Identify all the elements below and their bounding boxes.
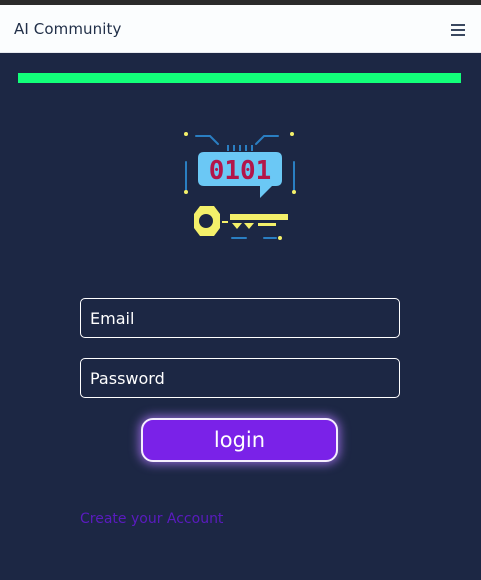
email-field[interactable] [80,298,400,338]
binary-text: 0101 [209,156,272,186]
progress-bar [18,73,461,83]
navbar: AI Community [0,5,481,53]
login-button[interactable]: login [141,418,338,462]
progress-bar-fill [18,73,461,83]
create-account-link[interactable]: Create your Account [80,511,223,527]
brand-title[interactable]: AI Community [14,20,121,38]
binary-key-chip-icon: 0101 [180,128,300,248]
hamburger-icon[interactable] [451,24,465,36]
password-field[interactable] [80,358,400,398]
